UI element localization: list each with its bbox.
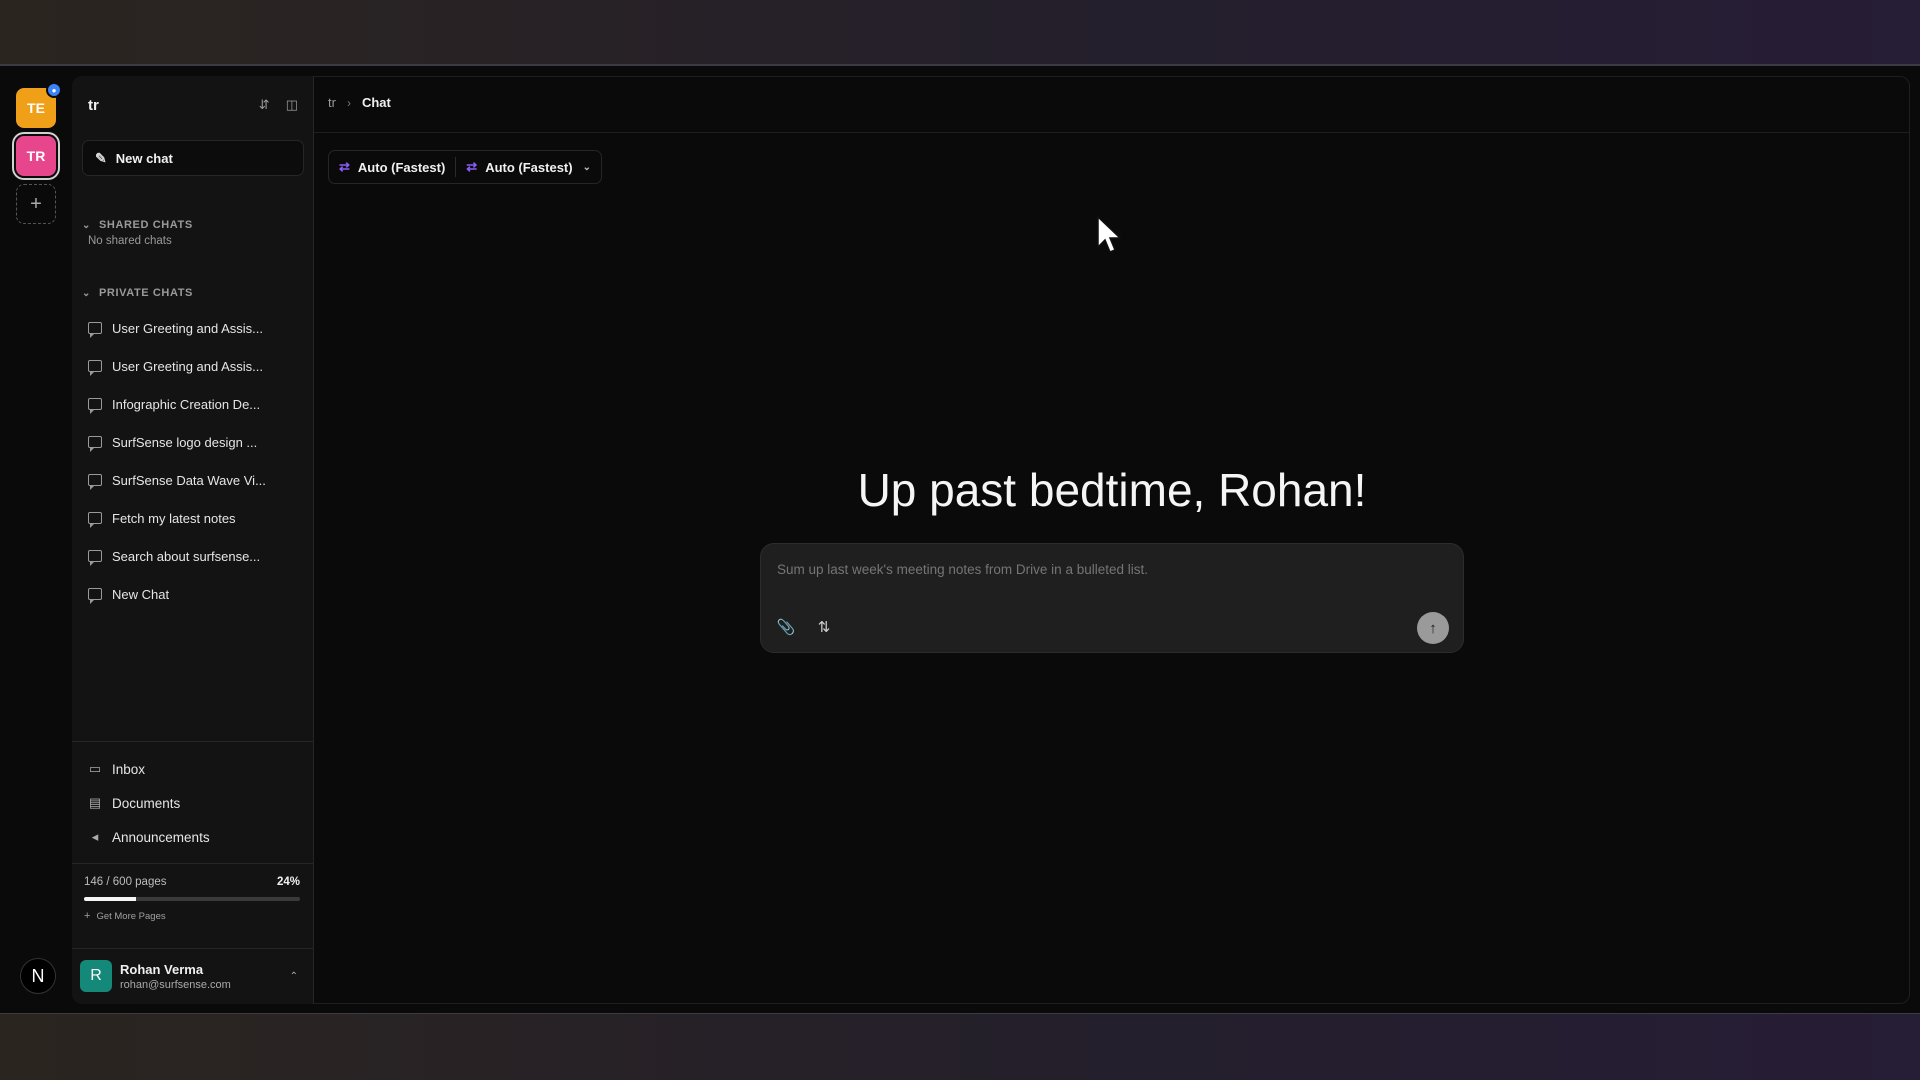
chat-list-item[interactable]: Fetch my latest notes <box>88 499 302 537</box>
n-logo-button[interactable]: N <box>20 958 56 994</box>
message-icon <box>88 588 102 604</box>
page-usage: 146 / 600 pages 24% + Get More Pages <box>84 876 300 922</box>
chevron-down-icon: ⌄ <box>82 219 91 231</box>
message-icon <box>88 398 102 414</box>
chat-list-item[interactable]: User Greeting and Assis... <box>88 309 302 347</box>
chat-title: SurfSense logo design ... <box>112 434 258 450</box>
chevrons-up-down-icon[interactable]: ⇵ <box>259 97 270 113</box>
model-secondary-label: Auto (Fastest) <box>485 159 573 175</box>
no-shared-chats-text: No shared chats <box>88 235 172 247</box>
private-chats-header[interactable]: ⌄ PRIVATE CHATS <box>82 287 193 299</box>
inbox-icon: ▭ <box>88 761 102 776</box>
n-logo-label: N <box>31 965 45 986</box>
chevron-down-icon: ⌄ <box>582 161 591 173</box>
collapse-sidebar-icon[interactable]: ◫ <box>286 97 298 113</box>
desktop-bottom-band <box>0 1014 1920 1080</box>
chevron-down-icon: ⌄ <box>82 287 91 299</box>
chat-list-item[interactable]: Search about surfsense... <box>88 537 302 575</box>
arrow-up-icon: ↑ <box>1429 619 1437 637</box>
usage-percent: 24% <box>276 876 300 888</box>
nav-announcements[interactable]: ◂ Announcements <box>88 820 210 854</box>
workspace-te[interactable]: TE ● <box>16 82 62 128</box>
message-icon <box>88 550 102 566</box>
chat-input[interactable] <box>777 562 1417 577</box>
sidebar-divider <box>72 863 313 864</box>
workspace-tr[interactable]: TR <box>16 136 56 176</box>
chat-title: Search about surfsense... <box>112 548 261 564</box>
message-icon <box>88 322 102 338</box>
shuffle-icon: ⇄ <box>466 159 478 174</box>
message-icon <box>88 436 102 452</box>
shared-badge-icon: ● <box>46 82 62 98</box>
chat-title: User Greeting and Assis... <box>112 358 264 374</box>
shared-chats-label: SHARED CHATS <box>98 219 193 231</box>
sidebar-divider <box>72 948 313 949</box>
nav-inbox[interactable]: ▭ Inbox <box>88 752 210 786</box>
private-chat-list: User Greeting and Assis... User Greeting… <box>88 309 302 613</box>
nav-inbox-label: Inbox <box>112 761 146 777</box>
pages-used-text: 146 / 600 pages <box>84 876 167 888</box>
model-selector[interactable]: ⇄ Auto (Fastest) ⇄ Auto (Fastest) ⌄ <box>328 150 602 184</box>
sidebar: tr ⇵ ◫ ✎ New chat ⌄ SHARED CHATS No shar… <box>72 76 314 1004</box>
workspace-title[interactable]: tr <box>88 97 243 114</box>
chat-title: Infographic Creation De... <box>112 396 261 412</box>
message-icon <box>88 360 102 376</box>
chat-list-item[interactable]: SurfSense logo design ... <box>88 423 302 461</box>
model-primary-label: Auto (Fastest) <box>357 159 446 175</box>
workspace-te-label: TE <box>27 100 45 116</box>
user-menu[interactable]: R Rohan Verma rohan@surfsense.com ⌃ <box>80 956 306 996</box>
nav-documents-label: Documents <box>112 795 181 811</box>
chat-title: User Greeting and Assis... <box>112 320 264 336</box>
model-divider <box>455 157 457 177</box>
message-icon <box>88 512 102 528</box>
sidebar-nav: ▭ Inbox ▤ Documents ◂ Announcements <box>88 752 210 854</box>
shuffle-icon: ⇄ <box>339 159 350 174</box>
plus-icon: + <box>84 910 91 922</box>
chat-list-item[interactable]: Infographic Creation De... <box>88 385 302 423</box>
usage-progress-fill <box>84 897 136 901</box>
new-chat-label: New chat <box>115 150 173 166</box>
user-email: rohan@surfsense.com <box>120 978 231 991</box>
chat-title: SurfSense Data Wave Vi... <box>112 472 266 488</box>
edit-icon: ✎ <box>95 149 107 166</box>
chat-list-item[interactable]: SurfSense Data Wave Vi... <box>88 461 302 499</box>
nav-announcements-label: Announcements <box>112 829 210 845</box>
chevron-up-icon: ⌃ <box>289 970 298 982</box>
nav-documents[interactable]: ▤ Documents <box>88 786 210 820</box>
header-divider <box>314 132 1910 133</box>
send-button[interactable]: ↑ <box>1417 612 1449 644</box>
sidebar-divider <box>72 741 313 742</box>
message-icon <box>88 474 102 490</box>
megaphone-icon: ◂ <box>91 829 99 844</box>
breadcrumb-current: Chat <box>361 95 391 110</box>
new-chat-button[interactable]: ✎ New chat <box>82 140 304 176</box>
chat-title: Fetch my latest notes <box>112 510 236 526</box>
avatar: R <box>80 960 112 992</box>
app-window: TE ● TR + N tr ⇵ ◫ ✎ New chat ⌄ SHARED C… <box>0 66 1920 1066</box>
chevron-right-icon: › <box>346 95 351 110</box>
desktop-top-band <box>0 0 1920 66</box>
user-name: Rohan Verma <box>120 961 204 977</box>
main-panel: tr › Chat ⇄ Auto (Fastest) ⇄ Auto (Faste… <box>314 76 1910 1004</box>
private-chats-label: PRIVATE CHATS <box>98 287 193 299</box>
plus-icon: + <box>30 192 42 215</box>
usage-progress-bar <box>84 897 300 901</box>
paperclip-icon[interactable]: 📎 <box>775 616 797 638</box>
chat-list-item[interactable]: New Chat <box>88 575 302 613</box>
get-more-pages-label: Get More Pages <box>96 910 166 922</box>
breadcrumb-workspace[interactable]: tr <box>328 95 336 110</box>
workspace-rail: TE ● TR + N <box>0 66 72 1013</box>
sidebar-header: tr ⇵ ◫ <box>88 92 298 118</box>
get-more-pages-link[interactable]: + Get More Pages <box>84 910 300 922</box>
documents-icon: ▤ <box>88 795 102 810</box>
chat-composer: 📎 ⇅ ↑ <box>760 543 1464 653</box>
chat-list-item[interactable]: User Greeting and Assis... <box>88 347 302 385</box>
breadcrumb: tr › Chat <box>328 95 391 110</box>
add-workspace-button[interactable]: + <box>16 184 56 224</box>
greeting-heading: Up past bedtime, Rohan! <box>857 464 1367 516</box>
tools-icon[interactable]: ⇅ <box>813 616 835 638</box>
chat-title: New Chat <box>112 586 170 602</box>
shared-chats-header[interactable]: ⌄ SHARED CHATS <box>82 219 193 231</box>
workspace-tr-label: TR <box>26 148 46 164</box>
